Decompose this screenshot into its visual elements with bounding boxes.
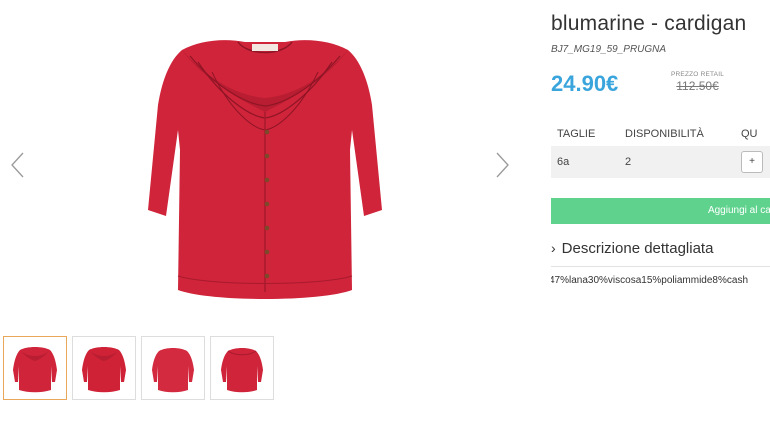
next-image-arrow[interactable] [492,150,512,180]
product-composition: 47%lana30%viscosa15%poliammide8%cash [551,275,749,286]
description-toggle[interactable]: › Descrizione dettagliata [551,240,713,257]
cardigan-thumbnail [221,348,263,393]
availability-cell: 2 [619,146,735,178]
product-sku: BJ7_MG19_59_PRUGNA [551,44,667,55]
thumbnail-4[interactable] [210,336,274,400]
product-title: blumarine - cardigan [551,12,747,35]
retail-price: 112.50€ [676,79,719,93]
cardigan-thumbnail [82,347,126,393]
main-product-image[interactable] [120,20,410,315]
thumbnail-strip [3,336,274,400]
product-price: 24.90€ [551,71,619,96]
prev-image-arrow[interactable] [8,150,28,180]
product-gallery [0,0,540,430]
chevron-left-icon [11,152,24,178]
chevron-right-icon: › [551,240,556,256]
add-to-cart-button[interactable]: Aggiungi al carre [551,198,770,224]
table-row: 6a 2 + [551,146,770,178]
column-header-sizes: TAGLIE [557,128,596,140]
thumbnail-1[interactable] [3,336,67,400]
thumbnail-3[interactable] [141,336,205,400]
chevron-right-icon [496,152,509,178]
quantity-cell: + [735,146,770,178]
cardigan-thumbnail [13,347,57,393]
thumbnail-2[interactable] [72,336,136,400]
column-header-availability: DISPONIBILITÀ [625,128,704,140]
size-cell: 6a [551,146,619,178]
column-header-quantity: QU [741,128,758,140]
table-header-row: TAGLIE DISPONIBILITÀ QU [551,126,770,146]
size-availability-table: TAGLIE DISPONIBILITÀ QU 6a 2 + [551,126,770,178]
retail-price-label: PREZZO RETAIL [671,71,725,78]
product-info: blumarine - cardigan BJ7_MG19_59_PRUGNA … [551,0,770,430]
quantity-stepper[interactable]: + [741,151,763,173]
description-toggle-label: Descrizione dettagliata [561,240,714,257]
cardigan-thumbnail [152,348,194,393]
divider [551,266,770,267]
cardigan-image [148,40,382,299]
retail-price-block: PREZZO RETAIL 112.50€ [671,71,724,93]
